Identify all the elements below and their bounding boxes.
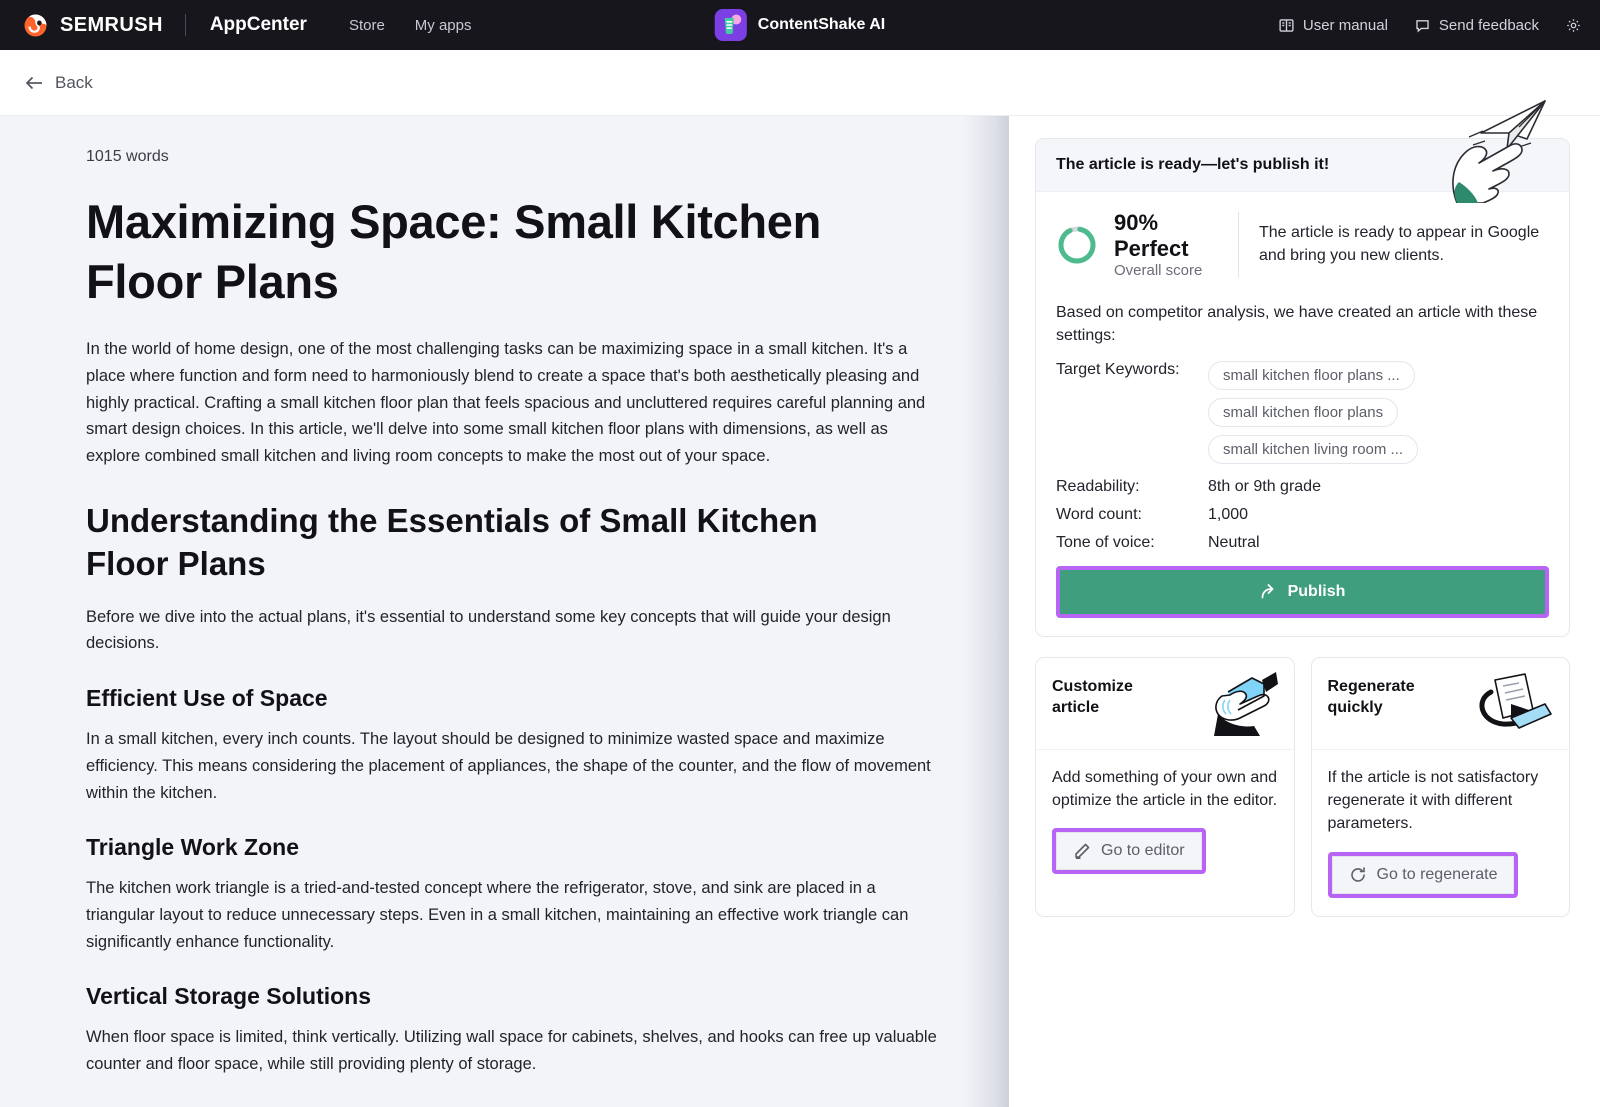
send-feedback-label: Send feedback <box>1439 17 1539 34</box>
pencil-icon <box>1073 842 1091 860</box>
publish-side-panel: The article is ready—let's publish it! 9… <box>1009 116 1600 1107</box>
brand-name: SEMRUSH <box>60 14 163 37</box>
setting-word-count: Word count: 1,000 <box>1056 506 1549 524</box>
setting-value: Neutral <box>1208 534 1260 552</box>
contentshake-logo-icon <box>715 9 747 41</box>
article-paragraph-efficient-use: In a small kitchen, every inch counts. T… <box>86 726 941 806</box>
top-nav-right-actions: User manual Send feedback <box>1278 17 1582 34</box>
article-paragraph-essentials: Before we dive into the actual plans, it… <box>86 604 941 657</box>
article-title: Maximizing Space: Small Kitchen Floor Pl… <box>86 192 941 312</box>
article-subheading-triangle-zone: Triangle Work Zone <box>86 834 941 861</box>
arrow-left-icon <box>24 75 44 91</box>
go-to-regenerate-highlight: Go to regenerate <box>1328 852 1519 898</box>
semrush-logo-icon <box>22 12 49 39</box>
setting-value: 8th or 9th grade <box>1208 478 1321 496</box>
message-icon <box>1414 17 1431 34</box>
action-cards-row: Customize article Add something of your … <box>1035 657 1570 917</box>
article-paragraph-triangle-zone: The kitchen work triangle is a tried-and… <box>86 875 941 955</box>
word-count-label: 1015 words <box>86 148 941 166</box>
publish-label: Publish <box>1288 583 1346 601</box>
back-label: Back <box>55 73 93 93</box>
gear-icon[interactable] <box>1565 17 1582 34</box>
customize-card-title: Customize article <box>1052 676 1172 718</box>
share-arrow-icon <box>1260 583 1278 601</box>
back-button[interactable]: Back <box>24 73 93 93</box>
nav-link-my-apps[interactable]: My apps <box>415 17 472 34</box>
score-label: Overall score <box>1114 262 1218 280</box>
keyword-chip[interactable]: small kitchen living room ... <box>1208 435 1418 464</box>
setting-label: Readability: <box>1056 478 1208 496</box>
setting-label: Target Keywords: <box>1056 361 1208 464</box>
brand-subtitle: AppCenter <box>210 14 307 36</box>
go-to-editor-highlight: Go to editor <box>1052 828 1206 874</box>
overall-score-row: 90% Perfect Overall score The article is… <box>1056 210 1549 280</box>
user-manual-link[interactable]: User manual <box>1278 17 1388 34</box>
document-refresh-icon <box>1467 670 1553 736</box>
article-paragraph-vertical-storage: When floor space is limited, think verti… <box>86 1024 941 1077</box>
go-to-regenerate-button[interactable]: Go to regenerate <box>1332 856 1515 894</box>
regenerate-card-description: If the article is not satisfactory regen… <box>1328 766 1554 836</box>
settings-intro-text: Based on competitor analysis, we have cr… <box>1056 301 1549 347</box>
score-description: The article is ready to appear in Google… <box>1259 222 1549 267</box>
setting-readability: Readability: 8th or 9th grade <box>1056 478 1549 496</box>
refresh-icon <box>1349 866 1367 884</box>
regenerate-card-title: Regenerate quickly <box>1328 676 1448 718</box>
score-divider <box>1238 212 1239 278</box>
article-intro-paragraph: In the world of home design, one of the … <box>86 336 941 470</box>
setting-label: Tone of voice: <box>1056 534 1208 552</box>
keyword-chip[interactable]: small kitchen floor plans <box>1208 398 1398 427</box>
setting-target-keywords: Target Keywords: small kitchen floor pla… <box>1056 361 1549 464</box>
top-navigation-bar: SEMRUSH AppCenter Store My apps ContentS… <box>0 0 1600 50</box>
customize-card-description: Add something of your own and optimize t… <box>1052 766 1278 812</box>
score-donut-chart <box>1056 224 1098 266</box>
nav-link-store[interactable]: Store <box>349 17 385 34</box>
regenerate-quickly-card: Regenerate quickly If the article is not… <box>1311 657 1571 917</box>
page-body: 1015 words Maximizing Space: Small Kitch… <box>0 116 1600 1107</box>
main-nav-links: Store My apps <box>349 17 472 34</box>
go-to-regenerate-label: Go to regenerate <box>1377 866 1498 884</box>
app-title: ContentShake AI <box>758 16 885 34</box>
article-subheading-vertical-storage: Vertical Storage Solutions <box>86 983 941 1010</box>
publish-button[interactable]: Publish <box>1060 570 1545 614</box>
book-icon <box>1278 17 1295 34</box>
go-to-editor-button[interactable]: Go to editor <box>1056 832 1202 870</box>
current-app-indicator: ContentShake AI <box>715 9 885 41</box>
article-subheading-efficient-use: Efficient Use of Space <box>86 685 941 712</box>
keyword-chip-list: small kitchen floor plans ... small kitc… <box>1208 361 1418 464</box>
brand-divider <box>185 14 186 36</box>
card-title: The article is ready—let's publish it! <box>1036 139 1569 192</box>
semrush-brand[interactable]: SEMRUSH AppCenter <box>22 12 307 39</box>
back-bar: Back <box>0 50 1600 116</box>
hand-with-pencil-icon <box>1192 670 1278 736</box>
score-value: 90% Perfect <box>1114 210 1218 262</box>
keyword-chip[interactable]: small kitchen floor plans ... <box>1208 361 1415 390</box>
go-to-editor-label: Go to editor <box>1101 842 1185 860</box>
user-manual-label: User manual <box>1303 17 1388 34</box>
publish-button-highlight: Publish <box>1056 566 1549 618</box>
setting-tone-of-voice: Tone of voice: Neutral <box>1056 534 1549 552</box>
article-ready-card: The article is ready—let's publish it! 9… <box>1035 138 1570 637</box>
article-heading-essentials: Understanding the Essentials of Small Ki… <box>86 500 846 586</box>
article-preview-pane: 1015 words Maximizing Space: Small Kitch… <box>0 116 1009 1107</box>
customize-article-card: Customize article Add something of your … <box>1035 657 1295 917</box>
setting-label: Word count: <box>1056 506 1208 524</box>
setting-value: 1,000 <box>1208 506 1248 524</box>
send-feedback-link[interactable]: Send feedback <box>1414 17 1539 34</box>
